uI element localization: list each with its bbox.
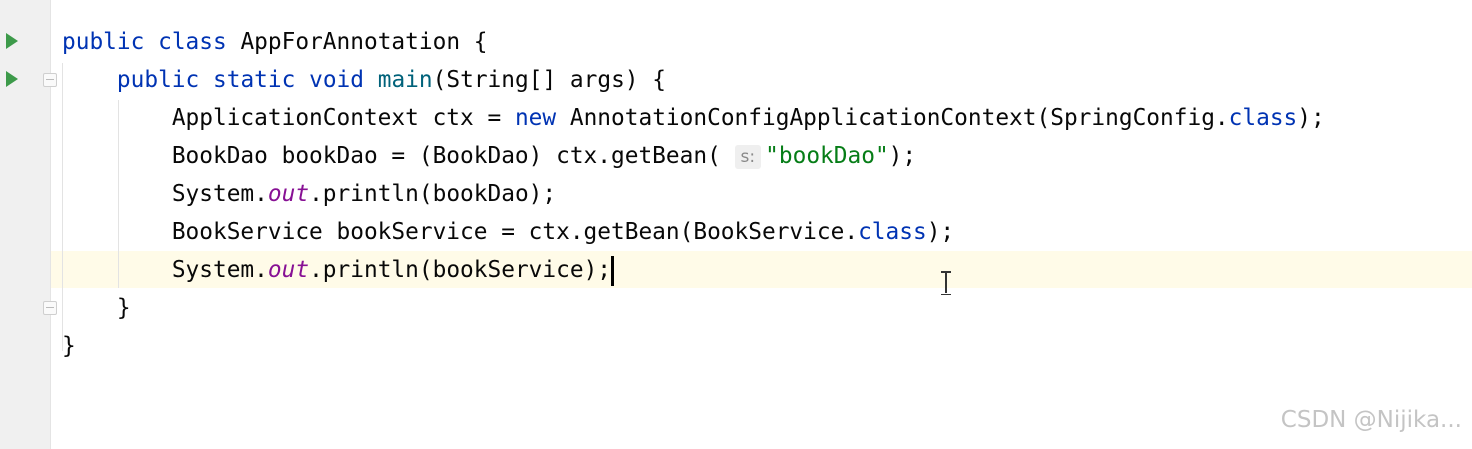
gutter[interactable] (0, 0, 57, 449)
method-params: (String[] args) (432, 67, 639, 93)
code-text: System. (171, 257, 268, 283)
code-text: ApplicationContext ctx = (171, 105, 515, 131)
code-text: .println(bookService); (309, 257, 612, 283)
keyword: new (514, 105, 557, 131)
brace: } (116, 295, 131, 321)
code-text: BookService bookService = ctx.getBean(Bo… (171, 219, 859, 245)
code-text: .println(bookDao); (309, 181, 557, 207)
fold-close-icon[interactable] (43, 301, 57, 315)
ibeam-cursor-icon (940, 271, 952, 295)
code-line-1[interactable]: public class AppForAnnotation { (62, 23, 488, 61)
code-line-7[interactable]: System.out.println(bookService); (62, 251, 615, 289)
brace: { (473, 29, 488, 55)
code-text: ); (888, 143, 917, 169)
brace: { (652, 67, 666, 93)
code-line-2[interactable]: public static void main(String[] args) { (62, 61, 666, 99)
code-text: AnnotationConfigApplicationContext(Sprin… (569, 105, 1229, 131)
run-class-icon[interactable] (6, 33, 18, 49)
code-line-3[interactable]: ApplicationContext ctx = new AnnotationC… (62, 99, 1325, 137)
run-main-icon[interactable] (6, 71, 18, 87)
watermark: CSDN @Nijika... (1280, 407, 1462, 433)
method-name: main (377, 67, 433, 93)
code-line-6[interactable]: BookService bookService = ctx.getBean(Bo… (62, 213, 954, 251)
code-text: ); (926, 219, 955, 245)
code-line-5[interactable]: System.out.println(bookDao); (62, 175, 556, 213)
keyword: class (1228, 105, 1298, 131)
keyword: public (116, 67, 200, 93)
code-text: BookDao bookDao = (BookDao) ctx.getBean( (171, 143, 721, 169)
class-name: AppForAnnotation (240, 29, 461, 55)
code-line-4[interactable]: BookDao bookDao = (BookDao) ctx.getBean(… (62, 137, 916, 175)
code-line-9[interactable]: } (62, 327, 76, 365)
code-line-8[interactable]: } (62, 289, 131, 327)
keyword: public (62, 29, 145, 55)
parameter-hint: s: (734, 145, 762, 169)
fold-open-icon[interactable] (43, 73, 57, 87)
code-editor[interactable]: public class AppForAnnotation { public s… (0, 0, 1472, 449)
code-text: ); (1297, 105, 1325, 131)
code-text: System. (171, 181, 268, 207)
keyword: void (309, 67, 364, 93)
brace: } (62, 333, 76, 359)
text-caret (611, 255, 615, 286)
static-field: out (267, 181, 310, 207)
keyword: class (858, 219, 927, 245)
static-field: out (267, 257, 310, 283)
keyword: static (213, 67, 296, 93)
keyword: class (158, 29, 227, 55)
string-literal: "bookDao" (765, 143, 889, 169)
